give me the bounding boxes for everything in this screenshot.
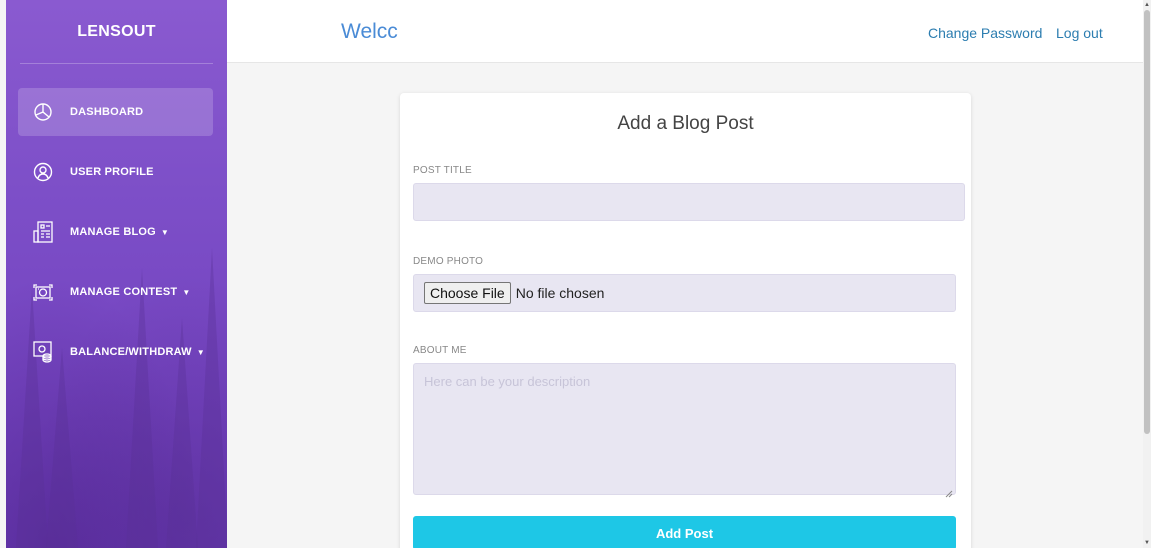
sidebar-item-label: USER PROFILE [70, 166, 154, 178]
demo-photo-label: DEMO PHOTO [413, 256, 484, 267]
sidebar: LENSOUT DASHBOARD USER PROFILE MANAGE BL… [6, 0, 227, 548]
sidebar-item-label: BALANCE/WITHDRAW [70, 346, 192, 358]
blog-grid-icon [32, 221, 54, 243]
page-scrollbar[interactable]: ▲ ▼ [1143, 0, 1151, 548]
scroll-down-arrow-icon[interactable]: ▼ [1144, 540, 1150, 546]
brand-logo-text[interactable]: LENSOUT [20, 0, 213, 64]
sidebar-item-label: MANAGE CONTEST [70, 286, 178, 298]
sidebar-item-manage-blog[interactable]: MANAGE BLOG ▼ [18, 208, 213, 256]
welcome-heading: Welcc [341, 20, 398, 43]
chevron-down-icon: ▼ [196, 347, 205, 357]
change-password-link[interactable]: Change Password [928, 25, 1042, 41]
scrollbar-thumb[interactable] [1144, 10, 1150, 434]
choose-file-button[interactable]: Choose File [424, 282, 511, 304]
pie-chart-icon [32, 101, 54, 123]
post-title-label: POST TITLE [413, 165, 472, 176]
form-title: Add a Blog Post [617, 113, 754, 134]
logout-link[interactable]: Log out [1056, 25, 1103, 41]
sidebar-item-label: DASHBOARD [70, 106, 144, 118]
sidebar-item-manage-contest[interactable]: MANAGE CONTEST ▼ [18, 268, 213, 316]
post-title-input[interactable] [413, 183, 965, 221]
about-me-textarea[interactable] [413, 363, 956, 495]
file-status-text: No file chosen [515, 285, 605, 301]
resize-handle-icon[interactable] [945, 485, 953, 498]
user-circle-icon [32, 161, 54, 183]
demo-photo-file-input: Choose File No file chosen [413, 274, 956, 312]
app-root: LENSOUT DASHBOARD USER PROFILE MANAGE BL… [0, 0, 1151, 548]
wallet-coins-icon [32, 341, 54, 363]
add-post-button[interactable]: Add Post [413, 516, 956, 548]
chevron-down-icon: ▼ [182, 287, 191, 297]
sidebar-item-user-profile[interactable]: USER PROFILE [18, 148, 213, 196]
camera-icon [32, 281, 54, 303]
about-me-label: ABOUT ME [413, 345, 467, 356]
sidebar-item-label: MANAGE BLOG [70, 226, 156, 238]
chevron-down-icon: ▼ [160, 227, 169, 237]
sidebar-nav: DASHBOARD USER PROFILE MANAGE BLOG ▼ MAN… [6, 88, 227, 376]
scroll-up-arrow-icon[interactable]: ▲ [1144, 2, 1150, 8]
top-navbar: Welcc Change Password Log out [227, 0, 1143, 63]
add-blog-post-card: Add a Blog Post POST TITLE DEMO PHOTO Ch… [400, 93, 971, 548]
sidebar-item-balance-withdraw[interactable]: BALANCE/WITHDRAW ▼ [18, 328, 213, 376]
sidebar-item-dashboard[interactable]: DASHBOARD [18, 88, 213, 136]
